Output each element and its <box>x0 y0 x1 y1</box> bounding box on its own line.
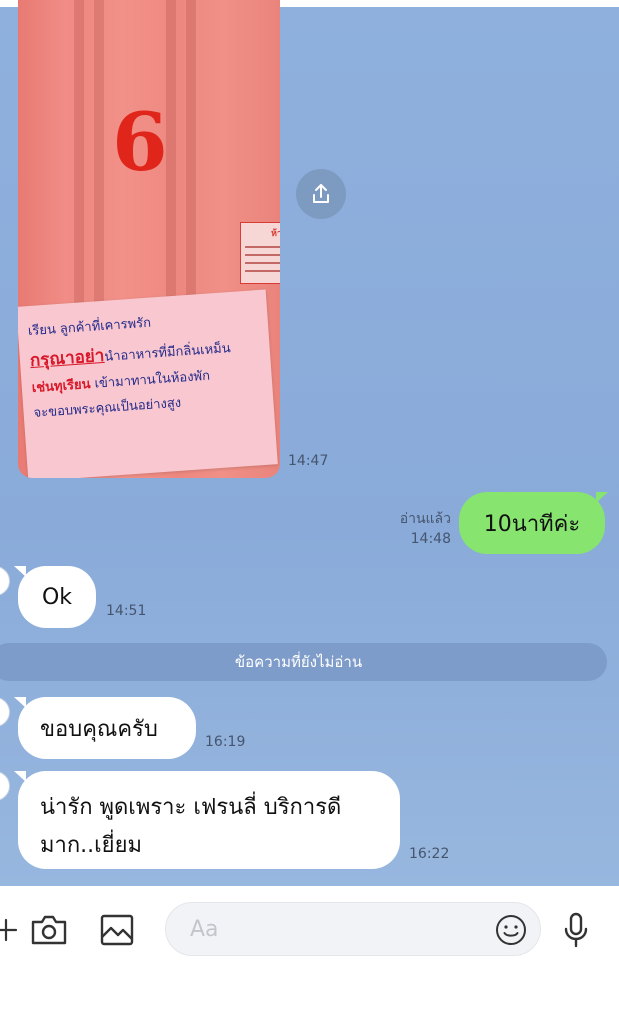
incoming-bubble[interactable]: Ok <box>18 566 96 628</box>
message-time: 16:19 <box>205 734 246 750</box>
share-icon <box>313 184 329 203</box>
avatar[interactable] <box>0 771 10 801</box>
notice-sign: เรียน ลูกค้าที่เคารพรัก กรุณาอย่านำอาหาร… <box>18 289 278 478</box>
share-button[interactable] <box>296 169 346 219</box>
mic-icon <box>564 912 588 948</box>
message-time: 16:22 <box>409 846 450 862</box>
incoming-bubble[interactable]: น่ารัก พูดเพราะ เฟรนลี่ บริการดี มาก..เย… <box>18 771 400 869</box>
read-receipt: อ่านแล้ว 14:48 <box>400 509 451 550</box>
door-number: 6 <box>112 95 168 189</box>
message-time: 14:47 <box>288 453 329 469</box>
message-time: 14:51 <box>106 603 147 619</box>
door-groove <box>94 0 104 330</box>
message-text: มาก..เยี่ยม <box>40 833 142 858</box>
camera-icon <box>31 915 67 945</box>
message-text: น่ารัก พูดเพราะ เฟรนลี่ บริการดี <box>40 795 342 820</box>
bubble-tail <box>596 492 608 503</box>
plus-button[interactable] <box>0 910 26 950</box>
plus-icon <box>0 918 18 942</box>
door-groove <box>186 0 196 330</box>
avatar[interactable] <box>0 566 10 596</box>
photo-message[interactable]: 6 ห้า เรียน ลูกค้าที่เคารพรัก กรุณาอย่าน… <box>18 0 280 478</box>
incoming-bubble[interactable]: ขอบคุณครับ <box>18 697 196 759</box>
small-sign-text: ห้า <box>271 229 280 239</box>
unread-divider: ข้อความที่ยังไม่อ่าน <box>0 643 607 681</box>
camera-button[interactable] <box>29 910 69 950</box>
message-text: ขอบคุณครับ <box>40 716 158 742</box>
small-sign: ห้า <box>240 222 280 284</box>
emoji-button[interactable] <box>491 910 531 950</box>
outgoing-bubble[interactable]: 10นาทีค่ะ <box>459 492 605 554</box>
message-text: 10นาทีค่ะ <box>483 511 581 537</box>
door-groove <box>74 0 84 330</box>
divider-label: ข้อความที่ยังไม่อ่าน <box>234 653 363 671</box>
chat-area: 6 ห้า เรียน ลูกค้าที่เคารพรัก กรุณาอย่าน… <box>0 0 619 886</box>
message-input[interactable]: Aa <box>165 902 541 956</box>
avatar[interactable] <box>0 697 10 727</box>
image-icon <box>100 914 134 946</box>
read-label: อ่านแล้ว <box>399 511 451 527</box>
message-text: Ok <box>41 584 73 610</box>
message-time: 14:48 <box>410 531 451 548</box>
input-placeholder: Aa <box>190 916 219 942</box>
emoji-icon <box>496 915 526 945</box>
voice-button[interactable] <box>556 910 596 950</box>
gallery-button[interactable] <box>97 910 137 950</box>
